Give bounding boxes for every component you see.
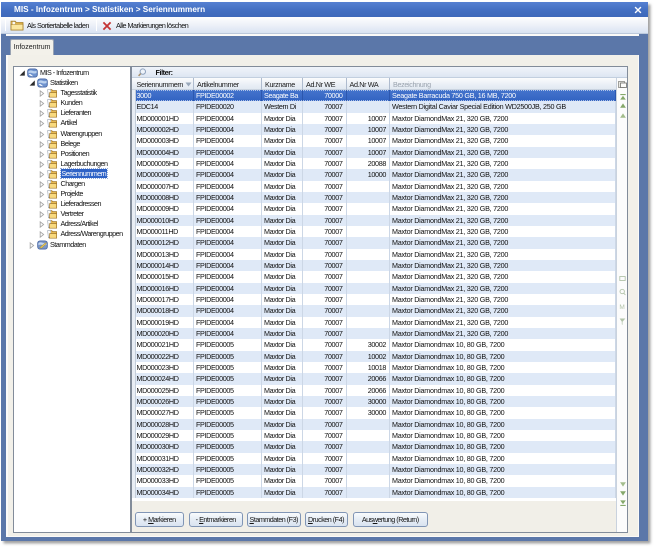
svg-text:M: M	[619, 304, 624, 311]
